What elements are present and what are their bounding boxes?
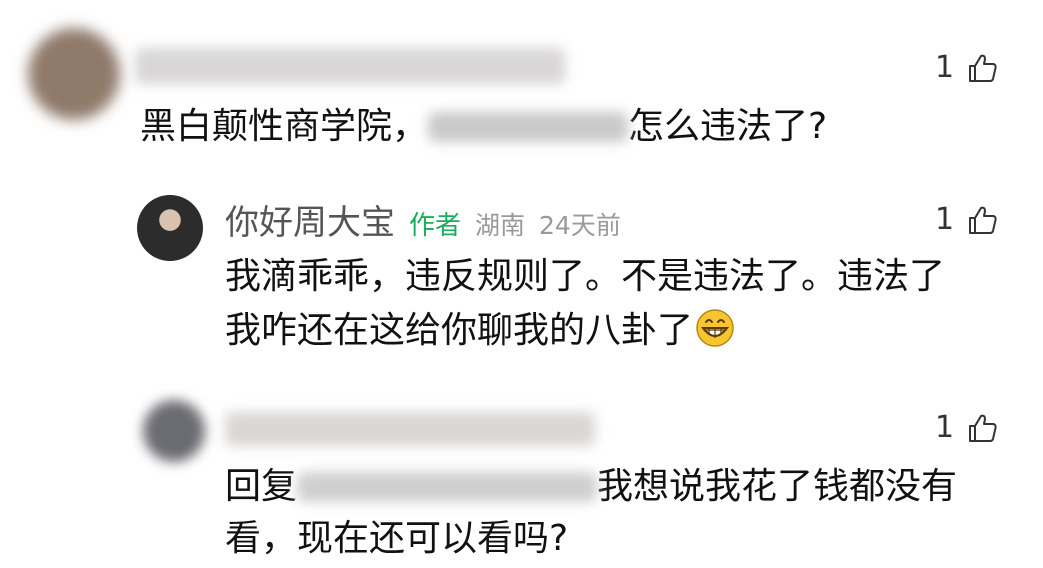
like-button[interactable]: 1 <box>935 50 998 85</box>
redacted-text <box>428 112 629 142</box>
like-count: 1 <box>935 50 955 85</box>
comment-3-reply: 1 回复 我想说我花了钱都没有 看，现在还可以看吗? <box>0 390 1043 568</box>
comment-text-line-2: 看，现在还可以看吗? <box>225 518 569 559</box>
timestamp: 24天前 <box>539 211 621 240</box>
username-blurred[interactable] <box>225 412 595 446</box>
comment-text-line-1: 回复 我想说我花了钱都没有 <box>225 466 958 507</box>
comment-text-line-2: 我咋还在这给你聊我的八卦了 <box>225 306 735 356</box>
thumbs-up-icon <box>969 54 997 82</box>
avatar-blurred[interactable] <box>143 400 205 462</box>
author-badge: 作者 <box>409 211 462 241</box>
location: 湖南 <box>475 211 526 240</box>
grinning-face-icon <box>696 309 734 347</box>
redacted-text <box>297 472 598 502</box>
avatar[interactable] <box>137 195 203 261</box>
comment-header: 你好周大宝 作者 湖南 24天前 <box>225 195 621 244</box>
comment-1: 1 黑白颠性商学院， 怎么违法了? <box>0 0 1043 170</box>
like-button[interactable]: 1 <box>935 202 998 237</box>
avatar-blurred[interactable] <box>28 28 120 120</box>
comment-text-line-1: 我滴乖乖，违反规则了。不是违法了。违法了 <box>225 256 946 297</box>
like-count: 1 <box>935 202 955 237</box>
username-blurred[interactable] <box>135 48 565 84</box>
thumbs-up-icon <box>969 414 997 442</box>
comment-text: 黑白颠性商学院， 怎么违法了? <box>140 106 828 147</box>
like-button[interactable]: 1 <box>935 410 998 445</box>
comment-2-author-reply: 你好周大宝 作者 湖南 24天前 1 我滴乖乖，违反规则了。不是违法了。违法了 … <box>0 180 1043 380</box>
thumbs-up-icon <box>969 206 997 234</box>
like-count: 1 <box>935 410 955 445</box>
username[interactable]: 你好周大宝 <box>225 195 395 244</box>
